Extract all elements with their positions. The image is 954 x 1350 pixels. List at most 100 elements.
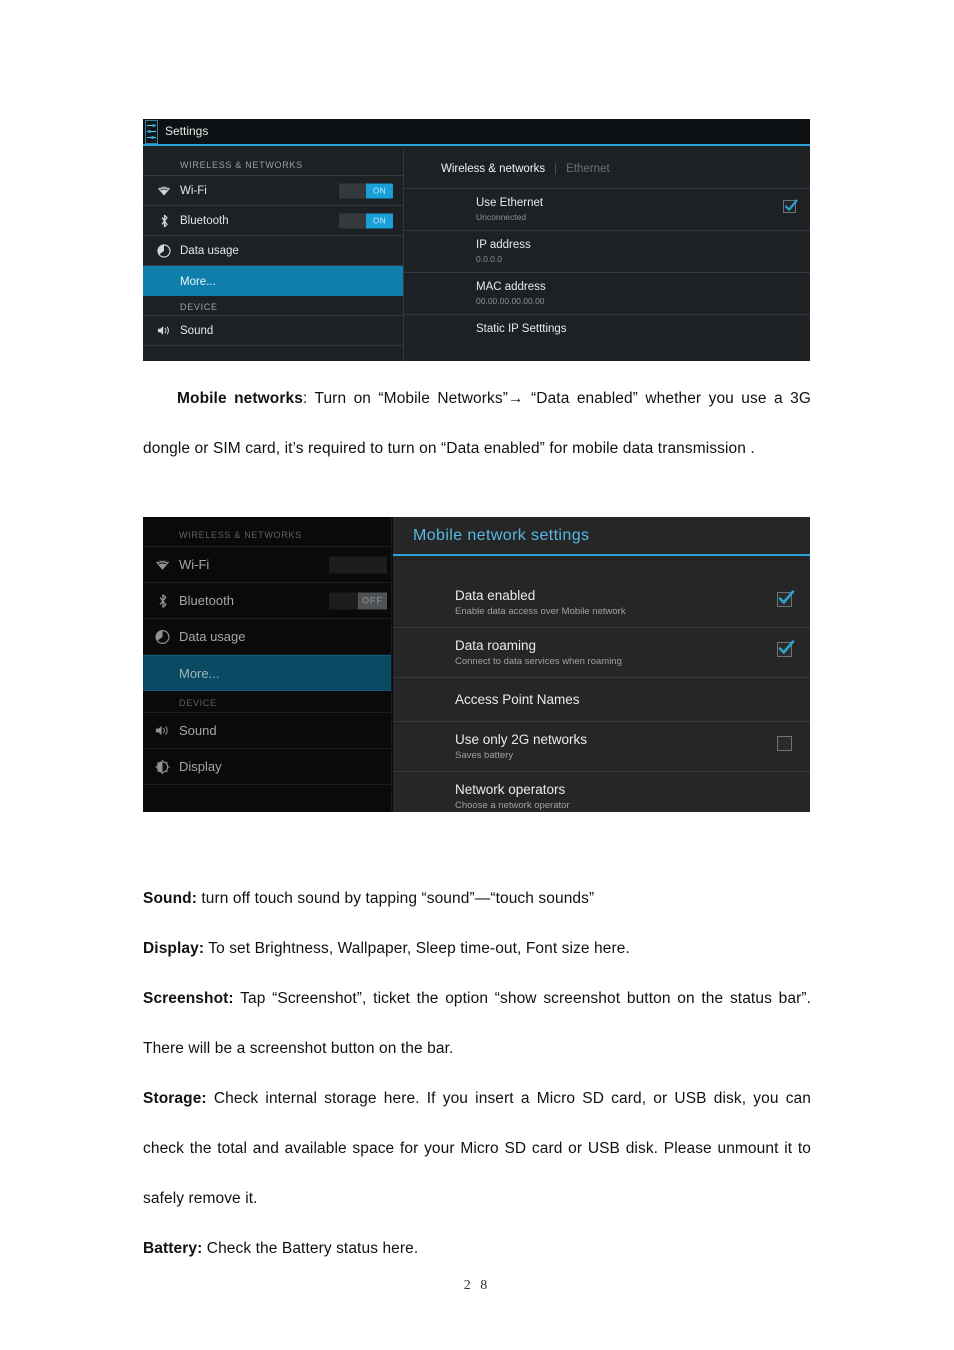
paragraph-text: To set Brightness, Wallpaper, Sleep time… <box>204 940 630 957</box>
pref-title: Use Ethernet <box>476 197 544 209</box>
sidebar-item-sound[interactable]: Sound <box>143 316 403 346</box>
bluetooth-toggle[interactable]: OFF <box>329 592 387 609</box>
bluetooth-toggle-label: OFF <box>358 592 387 609</box>
sidebar-item-bluetooth[interactable]: Bluetooth ON <box>143 206 403 236</box>
wifi-toggle-label <box>358 556 387 573</box>
data-enabled-checkbox[interactable] <box>777 590 795 607</box>
sidebar-item-label: More... <box>180 275 216 288</box>
pref-title: Data roaming <box>455 638 537 653</box>
paragraph-sound: Sound: turn off touch sound by tapping “… <box>143 874 811 924</box>
breadcrumb-ethernet[interactable]: Ethernet <box>566 163 609 175</box>
sidebar-item-label: Sound <box>180 324 214 337</box>
pref-title: Data enabled <box>455 588 536 603</box>
paragraph-lead-bold: Sound: <box>143 890 197 907</box>
sidebar-item-label: Sound <box>179 723 217 738</box>
paragraph-lead-bold: Storage: <box>143 1090 207 1107</box>
pref-subtitle: Enable data access over Mobile network <box>455 606 626 617</box>
sidebar-item-display[interactable]: Display <box>143 749 391 785</box>
breadcrumb-separator: | <box>554 163 558 175</box>
sound-icon <box>155 723 170 738</box>
pref-row-mac-address[interactable]: MAC address 00.00.00.00.00.00 <box>404 272 810 314</box>
pref-subtitle: 0.0.0.0 <box>476 254 502 264</box>
paragraph-battery: Battery: Check the Battery status here. <box>143 1224 811 1274</box>
settings-detail-pane: Wireless & networks | Ethernet Use Ether… <box>404 148 810 361</box>
screenshot-mobile-network-settings: WIRELESS & NETWORKS Wi-Fi Bluetooth OFF … <box>143 517 810 812</box>
sidebar-section-device-header: DEVICE <box>143 691 391 713</box>
pane-breadcrumb: Wireless & networks | Ethernet <box>404 148 810 188</box>
pref-row-access-point-names[interactable]: Access Point Names <box>393 678 810 722</box>
sound-icon <box>157 324 171 338</box>
wifi-icon <box>157 184 171 198</box>
mobile-network-header: Mobile network settings <box>393 517 810 556</box>
wifi-toggle-label: ON <box>366 183 393 198</box>
document-page: Settings WIRELESS & NETWORKS Wi-Fi ON Bl… <box>0 0 954 1350</box>
paragraph-lead-bold: Display: <box>143 940 205 957</box>
paragraph-text: Tap “Screenshot”, ticket the option “sho… <box>143 990 811 1057</box>
page-number: 2 8 <box>463 1278 491 1293</box>
paragraph-lead-bold: Battery: <box>143 1240 203 1257</box>
bluetooth-toggle-label: ON <box>366 213 393 228</box>
sidebar-item-data-usage[interactable]: Data usage <box>143 236 403 266</box>
page-title: Mobile network settings <box>413 527 590 544</box>
pref-title: MAC address <box>476 281 546 293</box>
paragraph-screenshot: Screenshot: Tap “Screenshot”, ticket the… <box>143 974 811 1074</box>
pref-subtitle: Connect to data services when roaming <box>455 656 622 667</box>
settings-body: WIRELESS & NETWORKS Wi-Fi ON Bluetooth O… <box>143 148 810 361</box>
use-only-2g-checkbox[interactable] <box>777 736 792 751</box>
paragraph-display: Display: To set Brightness, Wallpaper, S… <box>143 924 811 974</box>
pref-title: Static IP Setttings <box>476 323 567 335</box>
paragraph-mobile-networks: Mobile networks: Turn on “Mobile Network… <box>143 374 811 474</box>
bluetooth-toggle[interactable]: ON <box>339 213 393 228</box>
sidebar-item-wifi[interactable]: Wi-Fi <box>143 547 391 583</box>
sidebar-item-label: Bluetooth <box>179 593 234 608</box>
sidebar-item-sound[interactable]: Sound <box>143 713 391 749</box>
pref-subtitle: Saves battery <box>455 750 514 761</box>
sidebar-item-data-usage[interactable]: Data usage <box>143 619 391 655</box>
sidebar-section-device-header: DEVICE <box>143 296 403 316</box>
sidebar-item-label: Bluetooth <box>180 214 229 227</box>
sidebar-item-more[interactable]: More... <box>143 655 391 691</box>
pref-subtitle: 00.00.00.00.00.00 <box>476 296 545 306</box>
pref-title: Network operators <box>455 782 566 797</box>
pref-title: Use only 2G networks <box>455 732 588 747</box>
screenshot-settings-ethernet: Settings WIRELESS & NETWORKS Wi-Fi ON Bl… <box>143 119 810 361</box>
paragraph-lead-bold: Screenshot: <box>143 990 234 1007</box>
display-icon <box>155 759 170 774</box>
sidebar-item-label: More... <box>179 665 220 681</box>
settings-title-bar: Settings <box>143 119 810 146</box>
pref-row-data-enabled[interactable]: Data enabled Enable data access over Mob… <box>393 578 810 628</box>
sidebar-item-bluetooth[interactable]: Bluetooth OFF <box>143 583 391 619</box>
pref-title: IP address <box>476 239 531 251</box>
sidebar-item-label: Wi-Fi <box>180 184 207 197</box>
pref-row-ip-address[interactable]: IP address 0.0.0.0 <box>404 230 810 272</box>
paragraph-text: Check internal storage here. If you inse… <box>143 1090 811 1207</box>
data-usage-icon <box>155 629 170 644</box>
settings-sidebar-dimmed: WIRELESS & NETWORKS Wi-Fi Bluetooth OFF … <box>143 517 392 812</box>
sidebar-section-wireless-header: WIRELESS & NETWORKS <box>143 148 403 176</box>
paragraph-storage: Storage: Check internal storage here. If… <box>143 1074 811 1224</box>
pref-subtitle: Choose a network operator <box>455 800 570 811</box>
wifi-icon <box>155 557 170 572</box>
pref-row-data-roaming[interactable]: Data roaming Connect to data services wh… <box>393 628 810 678</box>
pref-row-use-ethernet[interactable]: Use Ethernet Unconnected <box>404 188 810 230</box>
pref-row-static-ip-settings[interactable]: Static IP Setttings <box>404 314 810 343</box>
sidebar-item-more[interactable]: More... <box>143 266 403 296</box>
sidebar-item-label: Data usage <box>180 244 239 257</box>
wifi-toggle[interactable] <box>329 556 387 573</box>
sidebar-item-label: Data usage <box>179 629 246 644</box>
settings-sliders-icon <box>145 120 158 144</box>
data-usage-icon <box>157 243 171 258</box>
settings-sidebar: WIRELESS & NETWORKS Wi-Fi ON Bluetooth O… <box>143 148 404 361</box>
sidebar-item-label: Display <box>179 759 222 774</box>
breadcrumb-active[interactable]: Wireless & networks <box>441 163 545 175</box>
use-ethernet-checkbox[interactable] <box>783 199 798 213</box>
paragraph-text: turn off touch sound by tapping “sound”—… <box>196 890 595 907</box>
pref-row-network-operators[interactable]: Network operators Choose a network opera… <box>393 772 810 812</box>
pref-row-use-only-2g[interactable]: Use only 2G networks Saves battery <box>393 722 810 772</box>
sidebar-section-wireless-header: WIRELESS & NETWORKS <box>143 517 391 547</box>
data-roaming-checkbox[interactable] <box>777 640 795 657</box>
mobile-network-detail-pane: Mobile network settings Data enabled Ena… <box>393 517 810 812</box>
wifi-toggle[interactable]: ON <box>339 183 393 198</box>
bluetooth-icon <box>157 214 171 228</box>
sidebar-item-wifi[interactable]: Wi-Fi ON <box>143 176 403 206</box>
